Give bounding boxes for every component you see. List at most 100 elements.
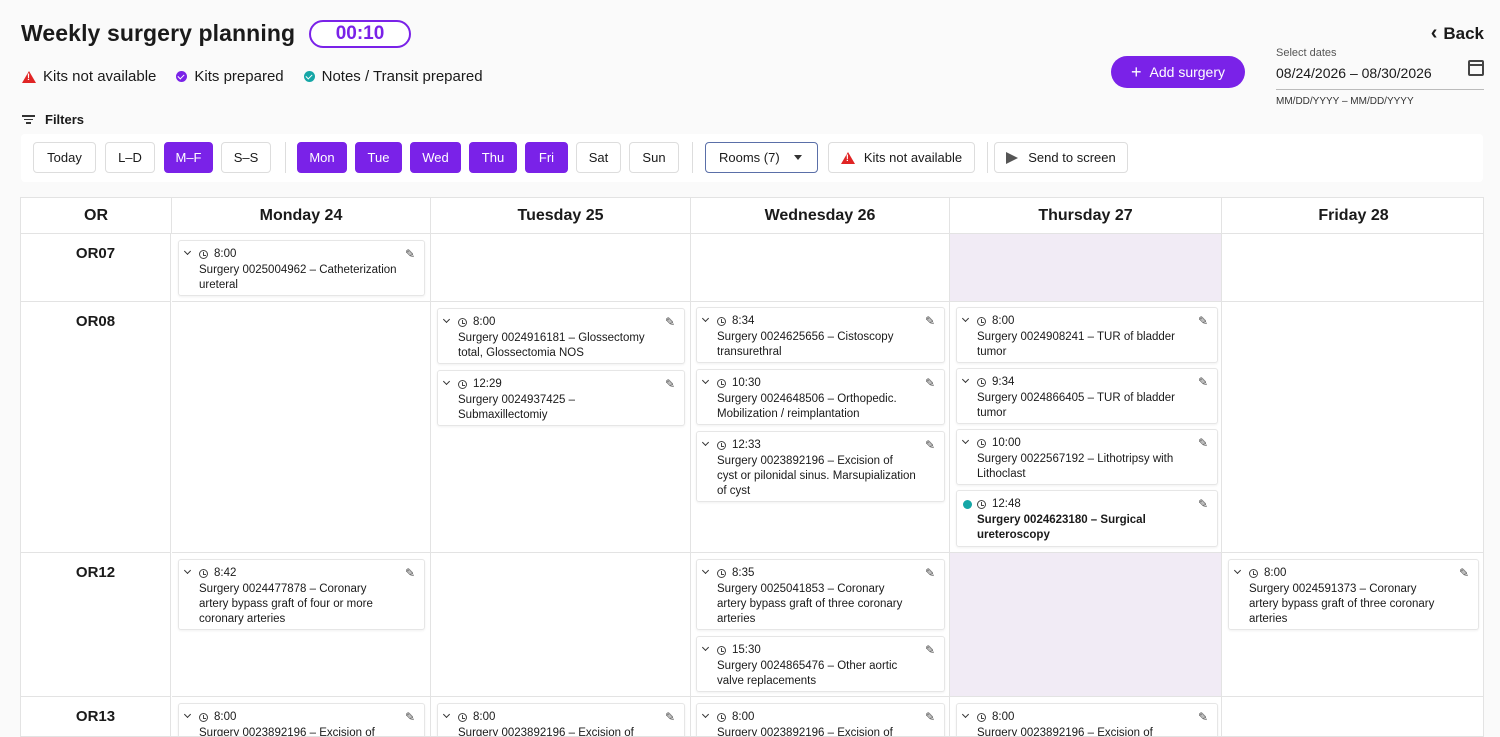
add-surgery-button[interactable]: + Add surgery [1111, 56, 1245, 88]
schedule-cell[interactable] [950, 553, 1222, 697]
edit-pencil-icon[interactable]: ✎ [405, 566, 415, 581]
edit-pencil-icon[interactable]: ✎ [665, 710, 675, 725]
edit-pencil-icon[interactable]: ✎ [1198, 497, 1208, 512]
surgery-time: 12:48 [992, 498, 1021, 510]
chevron-down-icon[interactable] [961, 314, 970, 323]
edit-pencil-icon[interactable]: ✎ [665, 315, 675, 330]
day-fri-button[interactable]: Fri [525, 142, 568, 173]
chevron-down-icon[interactable] [442, 377, 451, 386]
send-to-screen-button[interactable]: Send to screen [994, 142, 1128, 173]
edit-pencil-icon[interactable]: ✎ [925, 566, 935, 581]
legend-label: Kits not available [43, 68, 157, 85]
surgery-card[interactable]: 8:34 Surgery 0024625656 – Cistoscopy tra… [696, 307, 945, 363]
surgery-time: 15:30 [732, 644, 761, 656]
chevron-down-icon[interactable] [183, 710, 192, 719]
rooms-select[interactable]: Rooms (7) [705, 142, 818, 173]
edit-pencil-icon[interactable]: ✎ [925, 710, 935, 725]
edit-pencil-icon[interactable]: ✎ [405, 247, 415, 262]
edit-pencil-icon[interactable]: ✎ [665, 377, 675, 392]
surgery-description: Mobilization / reimplantation [717, 408, 860, 420]
surgery-description: total, Glossectomia NOS [458, 347, 584, 359]
surgery-description: Surgery 0024591373 – Coronary [1249, 583, 1417, 595]
filters-toggle[interactable]: Filters [22, 112, 84, 127]
calendar-icon[interactable] [1468, 60, 1484, 76]
day-sun-button[interactable]: Sun [629, 142, 679, 173]
surgery-card[interactable]: 12:33 Surgery 0023892196 – Excision of c… [696, 431, 945, 502]
edit-pencil-icon[interactable]: ✎ [925, 376, 935, 391]
back-button[interactable]: Back [1431, 22, 1484, 45]
chevron-down-icon[interactable] [961, 710, 970, 719]
kits-not-available-filter[interactable]: Kits not available [828, 142, 975, 173]
day-mon-button[interactable]: Mon [297, 142, 347, 173]
date-format-hint: MM/DD/YYYY – MM/DD/YYYY [1276, 96, 1414, 107]
chevron-down-icon[interactable] [961, 375, 970, 384]
chevron-down-icon[interactable] [183, 247, 192, 256]
surgery-card[interactable]: 8:00 Surgery 0023892196 – Excision of ✎ [696, 703, 945, 736]
surgery-card[interactable]: 8:00 Surgery 0023892196 – Excision of ✎ [956, 703, 1218, 737]
edit-pencil-icon[interactable]: ✎ [1198, 436, 1208, 451]
edit-pencil-icon[interactable]: ✎ [925, 643, 935, 658]
today-button[interactable]: Today [33, 142, 96, 173]
day-wed-button[interactable]: Wed [410, 142, 461, 173]
surgery-card[interactable]: 8:00 Surgery 0023892196 – Excision of ✎ [178, 703, 425, 737]
date-range-picker[interactable]: Select dates 08/24/2026 – 08/30/2026 MM/… [1276, 47, 1484, 107]
surgery-card[interactable]: 9:34 Surgery 0024866405 – TUR of bladder… [956, 368, 1218, 424]
chevron-down-icon[interactable] [1233, 566, 1242, 575]
kits-filter-label: Kits not available [863, 150, 963, 165]
surgery-card[interactable]: 12:29 Surgery 0024937425 – Submaxillecto… [437, 370, 685, 426]
surgery-card[interactable]: 8:35 Surgery 0025041853 – Coronary arter… [696, 559, 945, 630]
surgery-time: 8:00 [473, 316, 496, 328]
schedule-cell[interactable] [1222, 697, 1483, 736]
surgery-card[interactable]: 12:48 Surgery 0024623180 – Surgical uret… [956, 490, 1218, 547]
schedule-cell[interactable] [431, 553, 691, 697]
edit-pencil-icon[interactable]: ✎ [1198, 710, 1208, 725]
surgery-card[interactable]: 15:30 Surgery 0024865476 – Other aortic … [696, 636, 945, 692]
schedule-cell[interactable] [1222, 234, 1483, 302]
chevron-down-icon[interactable] [442, 710, 451, 719]
surgery-card[interactable]: 10:00 Surgery 0022567192 – Lithotripsy w… [956, 429, 1218, 485]
chevron-down-icon[interactable] [442, 315, 451, 324]
surgery-card[interactable]: 8:00 Surgery 0025004962 – Catheterizatio… [178, 240, 425, 296]
edit-pencil-icon[interactable]: ✎ [1459, 566, 1469, 581]
surgery-description: ureteroscopy [977, 529, 1050, 541]
chevron-down-icon[interactable] [701, 438, 710, 447]
schedule-cell[interactable] [431, 234, 691, 302]
chevron-down-icon[interactable] [701, 643, 710, 652]
column-header-day: Monday 24 [172, 198, 431, 234]
clock-icon [717, 713, 726, 722]
edit-pencil-icon[interactable]: ✎ [1198, 314, 1208, 329]
day-sat-button[interactable]: Sat [576, 142, 621, 173]
date-range-input[interactable]: 08/24/2026 – 08/30/2026 [1276, 60, 1484, 90]
surgery-description: Surgery 0024865476 – Other aortic [717, 660, 898, 672]
surgery-card[interactable]: 10:30 Surgery 0024648506 – Orthopedic. M… [696, 369, 945, 425]
edit-pencil-icon[interactable]: ✎ [1198, 375, 1208, 390]
chevron-down-icon[interactable] [701, 376, 710, 385]
surgery-card[interactable]: 8:00 Surgery 0024591373 – Coronary arter… [1228, 559, 1479, 630]
surgery-card[interactable]: 8:00 Surgery 0023892196 – Excision of ✎ [437, 703, 685, 736]
edit-pencil-icon[interactable]: ✎ [925, 438, 935, 453]
legend-kits-not-available: Kits not available [22, 68, 156, 85]
edit-pencil-icon[interactable]: ✎ [405, 710, 415, 725]
chevron-down-icon[interactable] [701, 314, 710, 323]
schedule-cell[interactable] [691, 234, 950, 302]
surgery-card[interactable]: 8:42 Surgery 0024477878 – Coronary arter… [178, 559, 425, 630]
surgery-time: 12:33 [732, 439, 761, 451]
schedule-cell[interactable] [950, 234, 1222, 302]
ss-button[interactable]: S–S [221, 142, 271, 173]
ld-button[interactable]: L–D [105, 142, 155, 173]
chevron-down-icon[interactable] [183, 566, 192, 575]
edit-pencil-icon[interactable]: ✎ [925, 314, 935, 329]
schedule-cell[interactable] [172, 302, 431, 553]
day-thu-button[interactable]: Thu [469, 142, 517, 173]
surgery-card[interactable]: 8:00 Surgery 0024908241 – TUR of bladder… [956, 307, 1218, 363]
schedule-cell[interactable] [1222, 302, 1483, 553]
day-tue-button[interactable]: Tue [355, 142, 402, 173]
surgery-description: Surgery 0023892196 – Excision of [199, 727, 375, 737]
surgery-card[interactable]: 8:00 Surgery 0024916181 – Glossectomy to… [437, 308, 685, 364]
chevron-down-icon[interactable] [701, 710, 710, 719]
clock-icon [199, 713, 208, 722]
surgery-description: Surgery 0023892196 – Excision of [977, 727, 1153, 737]
chevron-down-icon[interactable] [701, 566, 710, 575]
mf-button[interactable]: M–F [164, 142, 213, 173]
chevron-down-icon[interactable] [961, 436, 970, 445]
